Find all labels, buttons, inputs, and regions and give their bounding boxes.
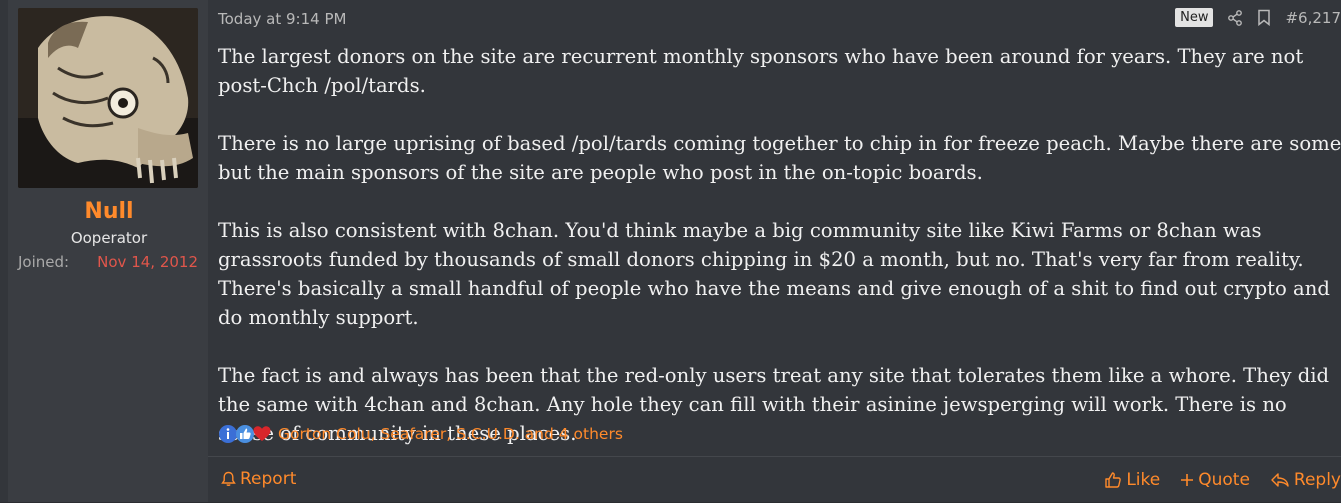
reply-button[interactable]: Reply xyxy=(1270,470,1341,490)
thumbs-up-icon xyxy=(1105,472,1122,488)
reaction-users[interactable]: Gorton Colu, Seafarer, S.C.U.D. and 4 ot… xyxy=(278,425,623,443)
post-number[interactable]: #6,217 xyxy=(1285,9,1341,27)
reply-icon xyxy=(1271,473,1289,487)
heart-reaction-icon xyxy=(253,426,271,441)
username[interactable]: Null xyxy=(18,199,200,225)
reaction-icons xyxy=(218,424,272,444)
report-label: Report xyxy=(240,468,297,489)
plus-icon xyxy=(1181,474,1194,486)
user-sidebar: Null Ooperator Joined: Nov 14, 2012 xyxy=(0,0,208,502)
avatar-image xyxy=(18,8,198,188)
joined-label: Joined: xyxy=(18,253,70,271)
reactions-bar[interactable]: Gorton Colu, Seafarer, S.C.U.D. and 4 ot… xyxy=(218,424,623,444)
post-paragraph: This is also consistent with 8chan. You'… xyxy=(218,219,1330,329)
share-icon[interactable] xyxy=(1227,9,1243,26)
like-label: Like xyxy=(1126,470,1161,490)
forum-post: Null Ooperator Joined: Nov 14, 2012 Toda… xyxy=(0,0,1341,502)
joined-row: Joined: Nov 14, 2012 xyxy=(18,253,200,271)
joined-date: Nov 14, 2012 xyxy=(97,253,198,271)
like-button[interactable]: Like xyxy=(1104,470,1160,490)
post-actions-top: New #6,217 xyxy=(1175,8,1341,27)
new-badge: New xyxy=(1175,8,1214,27)
user-title: Ooperator xyxy=(70,229,148,247)
post-body: The largest donors on the site are recur… xyxy=(218,42,1341,448)
post-main: Today at 9:14 PM New #6,217 The largest … xyxy=(208,0,1341,502)
quote-label: Quote xyxy=(1198,470,1250,490)
post-timestamp[interactable]: Today at 9:14 PM xyxy=(218,10,346,28)
bell-icon xyxy=(221,471,236,486)
report-button[interactable]: Report xyxy=(221,469,296,489)
bookmark-icon[interactable] xyxy=(1257,9,1271,26)
quote-button[interactable]: Quote xyxy=(1180,470,1250,490)
post-paragraph: The largest donors on the site are recur… xyxy=(218,45,1304,97)
post-paragraph: There is no large uprising of based /pol… xyxy=(218,132,1341,184)
avatar[interactable] xyxy=(18,8,198,188)
post-footer: Report Like Quote Reply xyxy=(208,456,1341,503)
reply-label: Reply xyxy=(1293,470,1341,490)
